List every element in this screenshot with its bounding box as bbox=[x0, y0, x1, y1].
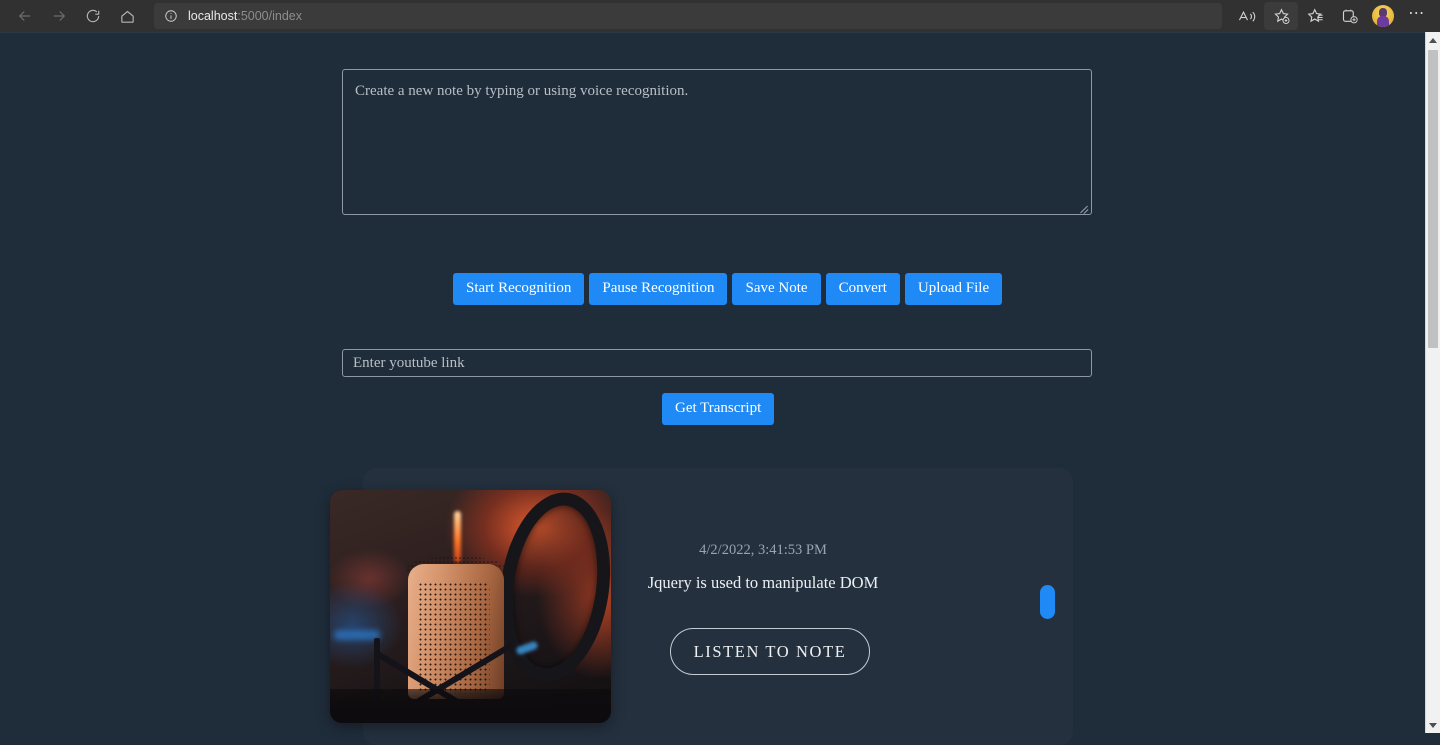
convert-button[interactable]: Convert bbox=[825, 273, 900, 305]
start-recognition-button[interactable]: Start Recognition bbox=[453, 273, 585, 305]
note-thumbnail-image bbox=[330, 490, 611, 723]
save-note-button[interactable]: Save Note bbox=[732, 273, 821, 305]
add-favorite-button[interactable] bbox=[1264, 2, 1298, 30]
address-bar[interactable]: localhost:5000/index bbox=[154, 3, 1222, 29]
caret-up-icon bbox=[1429, 37, 1437, 43]
page-scrollbar[interactable] bbox=[1425, 32, 1440, 733]
upload-file-button[interactable]: Upload File bbox=[904, 273, 1003, 305]
refresh-button[interactable] bbox=[76, 1, 110, 31]
action-button-row: Start Recognition Pause Recognition Save… bbox=[453, 273, 1003, 305]
scroll-down-button[interactable] bbox=[1426, 717, 1440, 733]
scroll-up-button[interactable] bbox=[1426, 32, 1440, 48]
arrow-left-icon bbox=[18, 11, 31, 21]
url-path: :5000/index bbox=[237, 9, 302, 23]
app-content: Start Recognition Pause Recognition Save… bbox=[330, 69, 1092, 723]
settings-and-more-button[interactable]: ⋯ bbox=[1400, 2, 1434, 30]
read-aloud-icon bbox=[1238, 10, 1255, 22]
site-info-icon[interactable] bbox=[164, 9, 178, 23]
read-aloud-button[interactable] bbox=[1230, 2, 1264, 30]
pause-recognition-button[interactable]: Pause Recognition bbox=[589, 273, 728, 305]
get-transcript-button[interactable]: Get Transcript bbox=[662, 393, 775, 425]
ellipsis-icon: ⋯ bbox=[1408, 4, 1426, 22]
home-button[interactable] bbox=[110, 1, 144, 31]
collections-icon bbox=[1342, 9, 1358, 24]
note-text: Jquery is used to manipulate DOM bbox=[647, 573, 879, 592]
note-toggle-pill-button[interactable] bbox=[1040, 585, 1055, 619]
toolbar-right-group: ⋯ bbox=[1230, 0, 1440, 32]
note-textarea[interactable] bbox=[342, 69, 1092, 215]
browser-toolbar: localhost:5000/index ⋯ bbox=[0, 0, 1440, 32]
scrollbar-thumb[interactable] bbox=[1428, 50, 1438, 348]
url-text: localhost:5000/index bbox=[188, 9, 302, 23]
collections-button[interactable] bbox=[1332, 2, 1366, 30]
back-button[interactable] bbox=[8, 1, 42, 31]
page-viewport: Start Recognition Pause Recognition Save… bbox=[0, 32, 1425, 733]
url-host: localhost bbox=[188, 9, 238, 23]
forward-button[interactable] bbox=[42, 1, 76, 31]
profile-avatar[interactable] bbox=[1372, 5, 1394, 27]
note-card: 4/2/2022, 3:41:53 PM Jquery is used to m… bbox=[330, 468, 1073, 745]
home-icon bbox=[120, 10, 134, 23]
youtube-link-input[interactable] bbox=[342, 349, 1092, 377]
caret-down-icon bbox=[1429, 722, 1437, 728]
refresh-icon bbox=[86, 9, 100, 23]
note-timestamp: 4/2/2022, 3:41:53 PM bbox=[699, 542, 827, 558]
favorites-button[interactable] bbox=[1298, 2, 1332, 30]
favorites-star-icon bbox=[1307, 8, 1323, 23]
star-plus-icon bbox=[1273, 8, 1289, 24]
listen-to-note-button[interactable]: LISTEN TO NOTE bbox=[670, 628, 870, 675]
arrow-right-icon bbox=[53, 11, 66, 21]
